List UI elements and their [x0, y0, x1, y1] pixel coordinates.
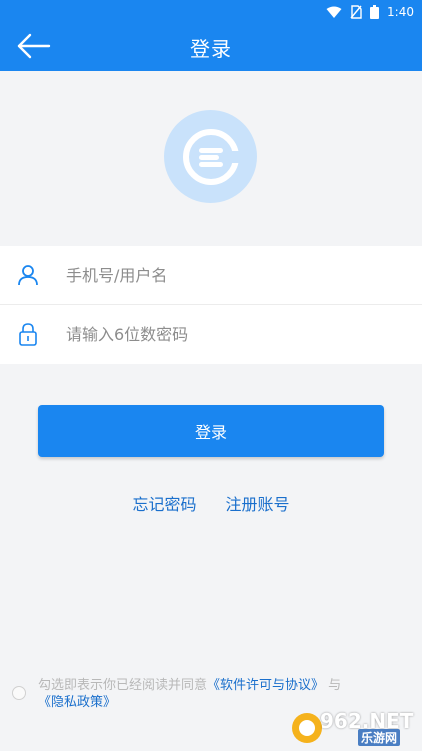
status-bar: 1:40 [326, 4, 414, 20]
login-form [0, 246, 422, 364]
username-input[interactable] [64, 264, 388, 286]
agreement-text: 勾选即表示你已经阅读并同意《软件许可与协议》 与 《隐私政策》 [38, 677, 418, 711]
app-logo [164, 110, 257, 203]
wifi-icon [326, 6, 342, 18]
app-logo-icon [182, 128, 239, 185]
agreement-checkbox[interactable] [12, 686, 26, 700]
lock-icon [19, 323, 37, 346]
status-time: 1:40 [387, 5, 414, 19]
watermark-sub: 乐游网 [358, 729, 401, 746]
username-row [0, 246, 422, 305]
forgot-password-link[interactable]: 忘记密码 [132, 495, 196, 514]
no-sim-icon [350, 5, 362, 19]
agreement-prefix: 勾选即表示你已经阅读并同意 [38, 678, 208, 693]
page-title: 登录 [190, 37, 232, 61]
password-input[interactable] [64, 323, 388, 345]
register-link[interactable]: 注册账号 [226, 495, 290, 514]
password-row [0, 305, 422, 363]
battery-icon [370, 5, 380, 19]
privacy-link[interactable]: 《隐私政策》 [38, 695, 116, 710]
agreement-conjunction: 与 [328, 678, 342, 693]
login-button[interactable]: 登录 [38, 405, 384, 457]
user-icon [18, 265, 38, 286]
agreement: 勾选即表示你已经阅读并同意《软件许可与协议》 与 《隐私政策》 [12, 677, 412, 713]
watermark: 962.NET 乐游网 [290, 709, 416, 746]
watermark-logo-icon [292, 713, 322, 743]
auth-links: 忘记密码 注册账号 [0, 491, 422, 515]
app-bar: 1:40 登录 [0, 0, 422, 71]
license-link[interactable]: 《软件许可与协议》 [207, 678, 324, 693]
